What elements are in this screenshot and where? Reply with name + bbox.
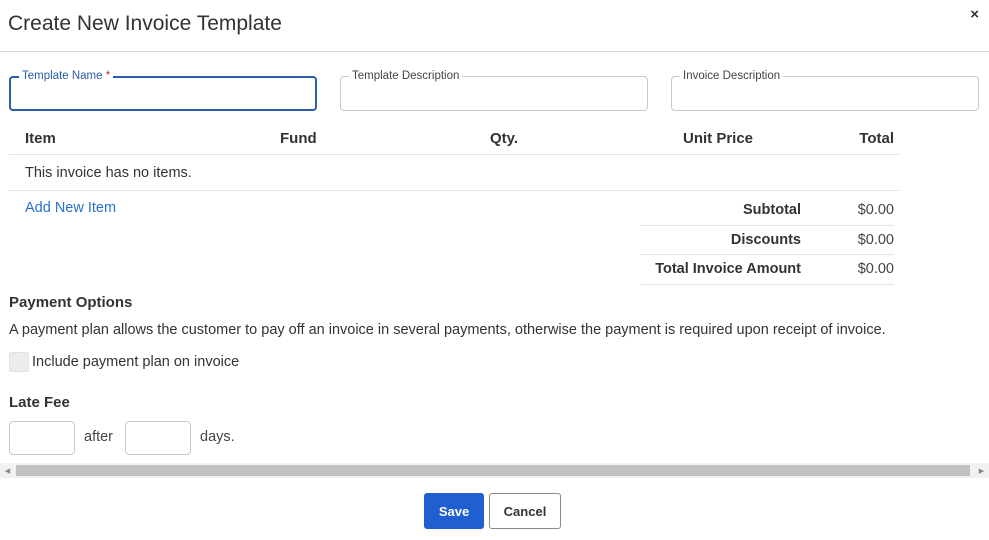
invoice-description-label: Invoice Description	[680, 69, 784, 83]
cancel-button[interactable]: Cancel	[489, 493, 561, 529]
column-item: Item	[25, 130, 56, 147]
scroll-right-icon[interactable]: ▶	[974, 463, 989, 478]
subtotal-row: Subtotal $0.00	[641, 196, 894, 226]
template-description-field[interactable]: Template Description	[340, 69, 648, 111]
payment-plan-option[interactable]: Include payment plan on invoice	[9, 352, 239, 372]
template-name-label: Template Name *	[19, 69, 114, 83]
required-mark: *	[105, 70, 111, 82]
column-unit-price: Unit Price	[683, 130, 754, 147]
discounts-value: $0.00	[857, 231, 894, 248]
payment-options-description: A payment plan allows the customer to pa…	[9, 322, 886, 338]
modal-title: Create New Invoice Template	[8, 12, 282, 35]
payment-plan-checkbox-label[interactable]: Include payment plan on invoice	[32, 354, 239, 370]
close-icon[interactable]: ×	[970, 6, 979, 23]
column-total: Total	[859, 130, 894, 147]
template-name-field[interactable]: Template Name *	[9, 69, 317, 111]
empty-items-message: This invoice has no items.	[25, 165, 192, 181]
horizontal-scrollbar[interactable]: ◀ ▶	[0, 463, 989, 478]
subtotal-label: Subtotal	[743, 202, 801, 218]
invoice-description-field[interactable]: Invoice Description	[671, 69, 979, 111]
save-button[interactable]: Save	[424, 493, 484, 529]
late-fee-after-text: after	[84, 429, 114, 445]
modal-header: Create New Invoice Template ×	[0, 0, 989, 52]
late-fee-days-input[interactable]	[126, 422, 190, 454]
late-fee-amount-input[interactable]	[10, 422, 74, 454]
late-fee-days-field[interactable]	[125, 421, 191, 455]
add-new-item-link[interactable]: Add New Item	[25, 200, 116, 216]
payment-plan-checkbox[interactable]	[9, 352, 29, 372]
column-fund: Fund	[280, 130, 317, 147]
discounts-label: Discounts	[730, 231, 801, 248]
total-value: $0.00	[857, 261, 894, 277]
scroll-left-icon[interactable]: ◀	[0, 463, 15, 478]
subtotal-value: $0.00	[857, 202, 894, 218]
template-description-label: Template Description	[349, 69, 463, 83]
empty-items-row: This invoice has no items.	[9, 155, 900, 191]
late-fee-title: Late Fee	[9, 394, 70, 411]
discounts-row: Discounts $0.00	[641, 226, 894, 255]
totals-summary: Subtotal $0.00 Discounts $0.00 Total Inv…	[641, 196, 894, 285]
items-table-header: Item Fund Qty. Unit Price Total	[9, 121, 900, 155]
items-table: Item Fund Qty. Unit Price Total This inv…	[9, 121, 900, 191]
total-row: Total Invoice Amount $0.00	[641, 255, 894, 285]
late-fee-days-text: days.	[200, 429, 235, 445]
payment-options-title: Payment Options	[9, 294, 133, 311]
scrollbar-thumb[interactable]	[16, 465, 970, 476]
column-qty: Qty.	[490, 130, 519, 147]
late-fee-amount-field[interactable]	[9, 421, 75, 455]
total-label: Total Invoice Amount	[655, 261, 801, 277]
